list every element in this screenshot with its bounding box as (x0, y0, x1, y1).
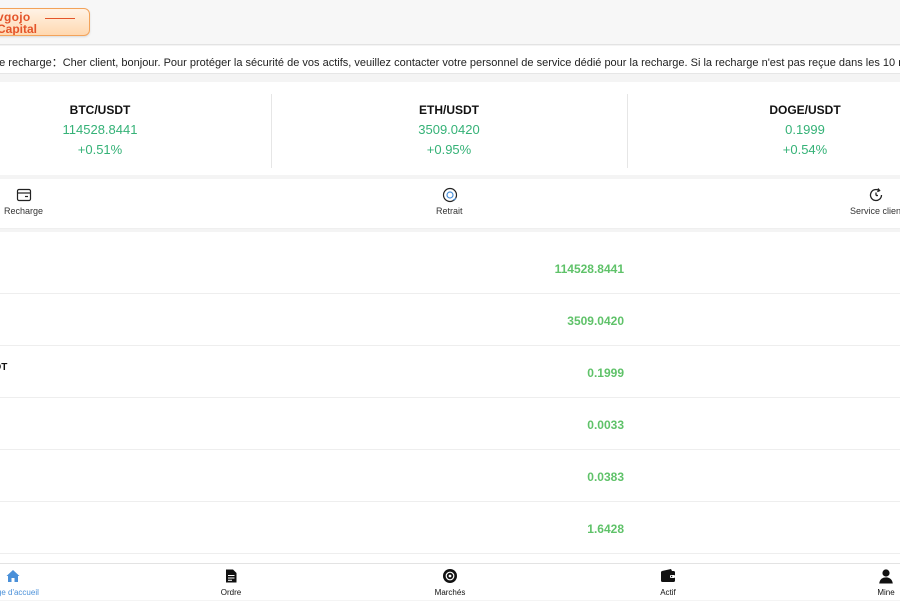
market-list: 114528.8441 3509.0420 DT 0.1999 0.0033 0… (0, 232, 900, 563)
tab-mine-label: Mine (877, 588, 895, 597)
ticker-pair: ETH/USDT (419, 103, 479, 117)
tab-assets[interactable]: Actif (628, 564, 708, 601)
ticker-change: +0.54% (782, 142, 828, 157)
notice-text: de recharge：Cher client, bonjour. Pour p… (0, 57, 900, 69)
row-pair-name: DT (0, 362, 8, 373)
row-price: 0.0383 (587, 470, 624, 484)
ticker-pair: BTC/USDT (69, 103, 131, 117)
logo-text-bottom: Capital (0, 22, 38, 36)
notice-marquee[interactable]: de recharge：Cher client, bonjour. Pour p… (0, 46, 900, 74)
tab-markets-label: Marchés (434, 588, 466, 597)
list-item[interactable]: 0.0383 (0, 450, 900, 502)
tab-home-label: Page d'accueil (0, 588, 39, 597)
row-price: 3509.0420 (567, 314, 624, 328)
ticker-panel: BTC/USDT 114528.8441 +0.51% ETH/USDT 350… (0, 82, 900, 175)
ticker-pair: DOGE/USDT (769, 103, 841, 117)
bottom-tab-bar: Page d'accueil Ordre Marchés Actif (0, 563, 900, 600)
recharge-button[interactable]: Recharge (0, 179, 60, 229)
ticker-divider (627, 94, 628, 168)
coin-withdraw-icon (442, 187, 458, 203)
customer-service-label: Service client (850, 206, 900, 216)
withdraw-label: Retrait (436, 206, 463, 216)
ticker-price: 114528.8441 (62, 122, 138, 137)
list-item[interactable]: 0.0033 (0, 398, 900, 450)
tab-home[interactable]: Page d'accueil (0, 564, 53, 601)
customer-service-button[interactable]: Service client (840, 179, 900, 229)
ticker-btc[interactable]: BTC/USDT 114528.8441 +0.51% (0, 82, 230, 175)
brand-logo[interactable]: vgojo Capital (0, 8, 90, 36)
quick-actions: Recharge Retrait Service client (0, 179, 900, 229)
list-item[interactable]: 114528.8441 (0, 242, 900, 294)
list-item[interactable]: DT 0.1999 (0, 346, 900, 398)
ticker-price: 3509.0420 (418, 122, 480, 137)
tab-orders-label: Ordre (220, 588, 242, 597)
row-price: 1.6428 (587, 522, 624, 536)
withdraw-button[interactable]: Retrait (420, 179, 480, 229)
logo-underline (45, 18, 75, 19)
list-item[interactable]: 3509.0420 (0, 294, 900, 346)
list-item[interactable]: 1.6428 (0, 502, 900, 554)
refresh-support-icon (869, 188, 883, 202)
wallet-card-icon (16, 188, 32, 202)
ticker-change: +0.95% (426, 142, 472, 157)
ticker-eth[interactable]: ETH/USDT 3509.0420 +0.95% (319, 82, 579, 175)
market-circle-icon (443, 569, 457, 583)
tab-orders[interactable]: Ordre (191, 564, 271, 601)
ticker-change: +0.51% (77, 142, 123, 157)
wallet-icon (661, 569, 675, 582)
ticker-price: 0.1999 (785, 122, 825, 137)
row-price: 0.1999 (587, 366, 624, 380)
home-icon (6, 570, 20, 582)
ticker-divider (271, 94, 272, 168)
row-price: 114528.8441 (554, 262, 624, 276)
document-icon (226, 569, 237, 583)
app-header: vgojo Capital (0, 0, 900, 45)
row-price: 0.0033 (587, 418, 624, 432)
tab-assets-label: Actif (660, 588, 676, 597)
user-icon (879, 569, 893, 584)
tab-mine[interactable]: Mine (846, 564, 900, 601)
recharge-label: Recharge (4, 206, 44, 216)
ticker-doge[interactable]: DOGE/USDT 0.1999 +0.54% (675, 82, 900, 175)
tab-markets[interactable]: Marchés (410, 564, 490, 601)
